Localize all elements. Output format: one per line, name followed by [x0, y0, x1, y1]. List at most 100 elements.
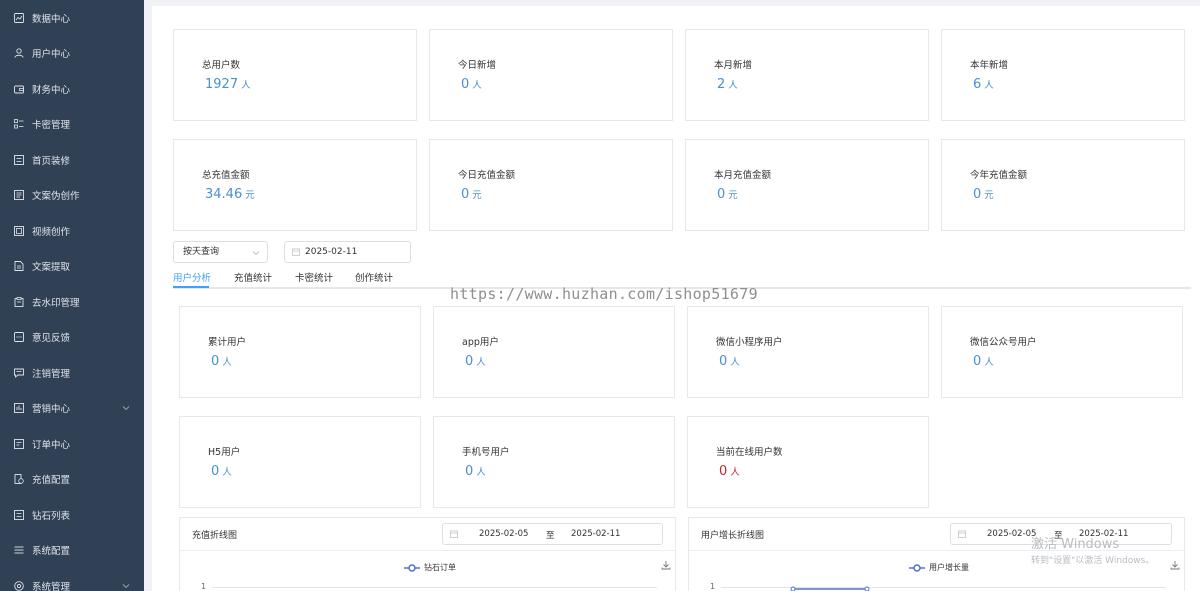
sidebar-item[interactable]: 文案提取 [0, 249, 144, 285]
legend-line-icon [909, 563, 925, 572]
stat-label: 本月充值金额 [714, 170, 772, 181]
sidebar-item[interactable]: 注销管理 [0, 355, 144, 391]
stat-label: 微信小程序用户 [716, 337, 783, 348]
sidebar-item-label: 系统配置 [32, 546, 71, 558]
chart-title: 用户增长折线图 [701, 531, 765, 541]
sidebar-item[interactable]: 系统配置 [0, 533, 144, 569]
sidebar-item-label: 数据中心 [32, 13, 71, 25]
stat-card-month-new: 本月新增 2人 [685, 29, 929, 121]
stat-card-today-new: 今日新增 0人 [429, 29, 673, 121]
sidebar-item-label: 文案伪创作 [32, 191, 80, 203]
stat-label: H5用户 [208, 447, 241, 458]
windows-activation-watermark: 激活 Windows 转到"设置"以激活 Windows。 [1031, 533, 1154, 566]
stat-value: 0人 [719, 464, 740, 479]
sidebar-item[interactable]: 文案伪创作 [0, 178, 144, 214]
feedback-icon [14, 332, 24, 343]
stat-value: 6人 [973, 77, 994, 92]
stat-card-year-new: 本年新增 6人 [941, 29, 1185, 121]
grid-line [212, 587, 657, 588]
chevron-down-icon [122, 406, 130, 411]
user-card-online: 当前在线用户数 0人 [687, 416, 929, 508]
chart-legend[interactable]: 用户增长量 [909, 562, 969, 573]
stat-value: 2人 [717, 77, 738, 92]
download-icon[interactable] [661, 560, 671, 570]
tab-card-stats[interactable]: 卡密统计 [295, 270, 333, 284]
sidebar-item[interactable]: 视频创作 [0, 213, 144, 249]
stat-value: 34.46 元 [205, 187, 255, 202]
wallet-icon [14, 84, 24, 94]
stat-label: 本月新增 [714, 60, 753, 71]
range-separator: 至 [546, 531, 555, 541]
marketing-icon [14, 403, 24, 414]
sidebar-item-label: 用户中心 [32, 49, 71, 61]
stat-label: 微信公众号用户 [970, 337, 1037, 348]
date-range-picker[interactable]: 2025-02-05 至 2025-02-11 [442, 523, 663, 545]
menu-icon [14, 545, 24, 555]
sidebar-item[interactable]: 财务中心 [0, 71, 144, 107]
stat-value: 0人 [461, 77, 482, 92]
sidebar-item[interactable]: 钻石列表 [0, 497, 144, 533]
sidebar-item[interactable]: 充值配置 [0, 462, 144, 498]
calendar-icon [450, 530, 458, 538]
user-card-phone: 手机号用户 0人 [433, 416, 675, 508]
sidebar-item-label: 注销管理 [32, 368, 71, 380]
active-tab-indicator [173, 286, 209, 288]
user-card-official-account: 微信公众号用户 0人 [941, 306, 1183, 398]
stat-value: 0人 [465, 354, 486, 369]
date-picker[interactable]: 2025-02-11 [284, 241, 411, 263]
query-mode-select[interactable]: 按天查询 [173, 241, 268, 263]
video-icon [14, 225, 24, 236]
tab-creation-stats[interactable]: 创作统计 [355, 270, 393, 284]
legend-label: 用户增长量 [929, 563, 969, 572]
range-start: 2025-02-05 [987, 529, 1037, 539]
list-icon [14, 119, 24, 129]
sidebar-item-label: 首页装修 [32, 155, 71, 167]
sidebar-item[interactable]: 用户中心 [0, 36, 144, 72]
document-icon [14, 190, 24, 201]
sidebar-item[interactable]: 首页装修 [0, 142, 144, 178]
stat-value: 0人 [211, 354, 232, 369]
message-icon [14, 368, 24, 378]
tab-recharge-stats[interactable]: 充值统计 [234, 270, 272, 284]
stat-label: 当前在线用户数 [716, 447, 783, 458]
tab-user-analysis[interactable]: 用户分析 [173, 270, 211, 284]
range-end: 2025-02-11 [571, 529, 621, 539]
sidebar-item[interactable]: 系统管理 [0, 568, 144, 591]
stat-label: 手机号用户 [462, 447, 510, 458]
stat-card-today-recharge: 今日充值金额 0元 [429, 139, 673, 231]
chart-legend[interactable]: 钻石订单 [404, 562, 456, 573]
stat-label: 累计用户 [208, 337, 247, 348]
extract-icon [14, 261, 24, 272]
series-line [790, 586, 870, 591]
download-icon[interactable] [1170, 560, 1180, 570]
sidebar-item[interactable]: 意见反馈 [0, 320, 144, 356]
range-start: 2025-02-05 [479, 529, 529, 539]
sidebar-item-label: 去水印管理 [32, 297, 80, 309]
chart-icon [14, 12, 24, 23]
calendar-icon [292, 248, 300, 256]
sidebar-item-label: 订单中心 [32, 439, 71, 451]
sidebar-item-label: 充值配置 [32, 475, 71, 487]
sidebar-item[interactable]: 营销中心 [0, 391, 144, 427]
diamond-icon [14, 509, 24, 520]
sidebar-item-label: 系统管理 [32, 581, 71, 591]
sidebar-item[interactable]: 卡密管理 [0, 107, 144, 143]
windows-activation-title: 激活 Windows [1031, 537, 1120, 552]
sidebar-item[interactable]: 订单中心 [0, 426, 144, 462]
watermark-text: https://www.huzhan.com/ishop51679 [450, 285, 758, 303]
stat-value: 0元 [461, 187, 482, 202]
sidebar-item[interactable]: 去水印管理 [0, 284, 144, 320]
stat-value: 0人 [465, 464, 486, 479]
date-value: 2025-02-11 [305, 247, 358, 257]
user-card-app: app用户 0人 [433, 306, 675, 398]
recharge-chart-card: 充值折线图 2025-02-05 至 2025-02-11 钻石订单 1 [179, 517, 676, 591]
sidebar-item[interactable]: 数据中心 [0, 0, 144, 36]
clipboard-icon [14, 296, 24, 307]
user-icon [14, 48, 24, 58]
sidebar-item-label: 卡密管理 [32, 120, 71, 132]
settings-icon [14, 580, 24, 591]
stat-value: 0元 [717, 187, 738, 202]
y-axis-tick: 1 [201, 582, 207, 591]
order-icon [14, 438, 24, 449]
sidebar: 数据中心用户中心财务中心卡密管理首页装修文案伪创作视频创作 文案提取去水印管理意见… [0, 0, 144, 591]
